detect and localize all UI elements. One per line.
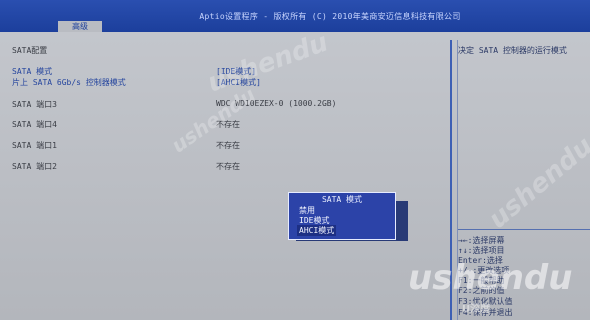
setting-label-sata-mode[interactable]: SATA 模式: [12, 66, 52, 77]
popup-option-ahci[interactable]: AHCI模式: [297, 225, 337, 236]
setting-label-port1: SATA 端口1: [12, 141, 57, 150]
setting-label-port4: SATA 端口4: [12, 120, 57, 129]
watermark-text: ushendu: [408, 258, 573, 298]
watermark-logo-large: ushendu: [408, 258, 572, 298]
setting-label-port2: SATA 端口2: [12, 162, 57, 171]
help-description: 决定 SATA 控制器的运行模式: [458, 46, 567, 55]
help-divider: [458, 229, 590, 230]
popup-title: SATA 模式: [321, 195, 363, 204]
title-bar: Aptio设置程序 - 版权所有 (C) 2010年美商安迈信息科技有限公司 高…: [0, 0, 590, 32]
watermark-sub: U深度: [462, 300, 490, 315]
tab-advanced[interactable]: 高级: [58, 21, 102, 32]
setting-label-controller-mode[interactable]: 片上 SATA 6Gb/s 控制器模式: [12, 77, 126, 88]
setting-value-port1: 不存在: [216, 141, 240, 150]
sata-mode-popup: SATA 模式 禁用 IDE模式 AHCI模式: [288, 192, 396, 240]
watermark-subtext: U深度: [462, 304, 491, 315]
setting-value-port2: 不存在: [216, 162, 240, 171]
bios-title: Aptio设置程序 - 版权所有 (C) 2010年美商安迈信息科技有限公司: [199, 12, 461, 21]
setting-label-port3: SATA 端口3: [12, 100, 57, 109]
section-title: SATA配置: [12, 46, 48, 55]
